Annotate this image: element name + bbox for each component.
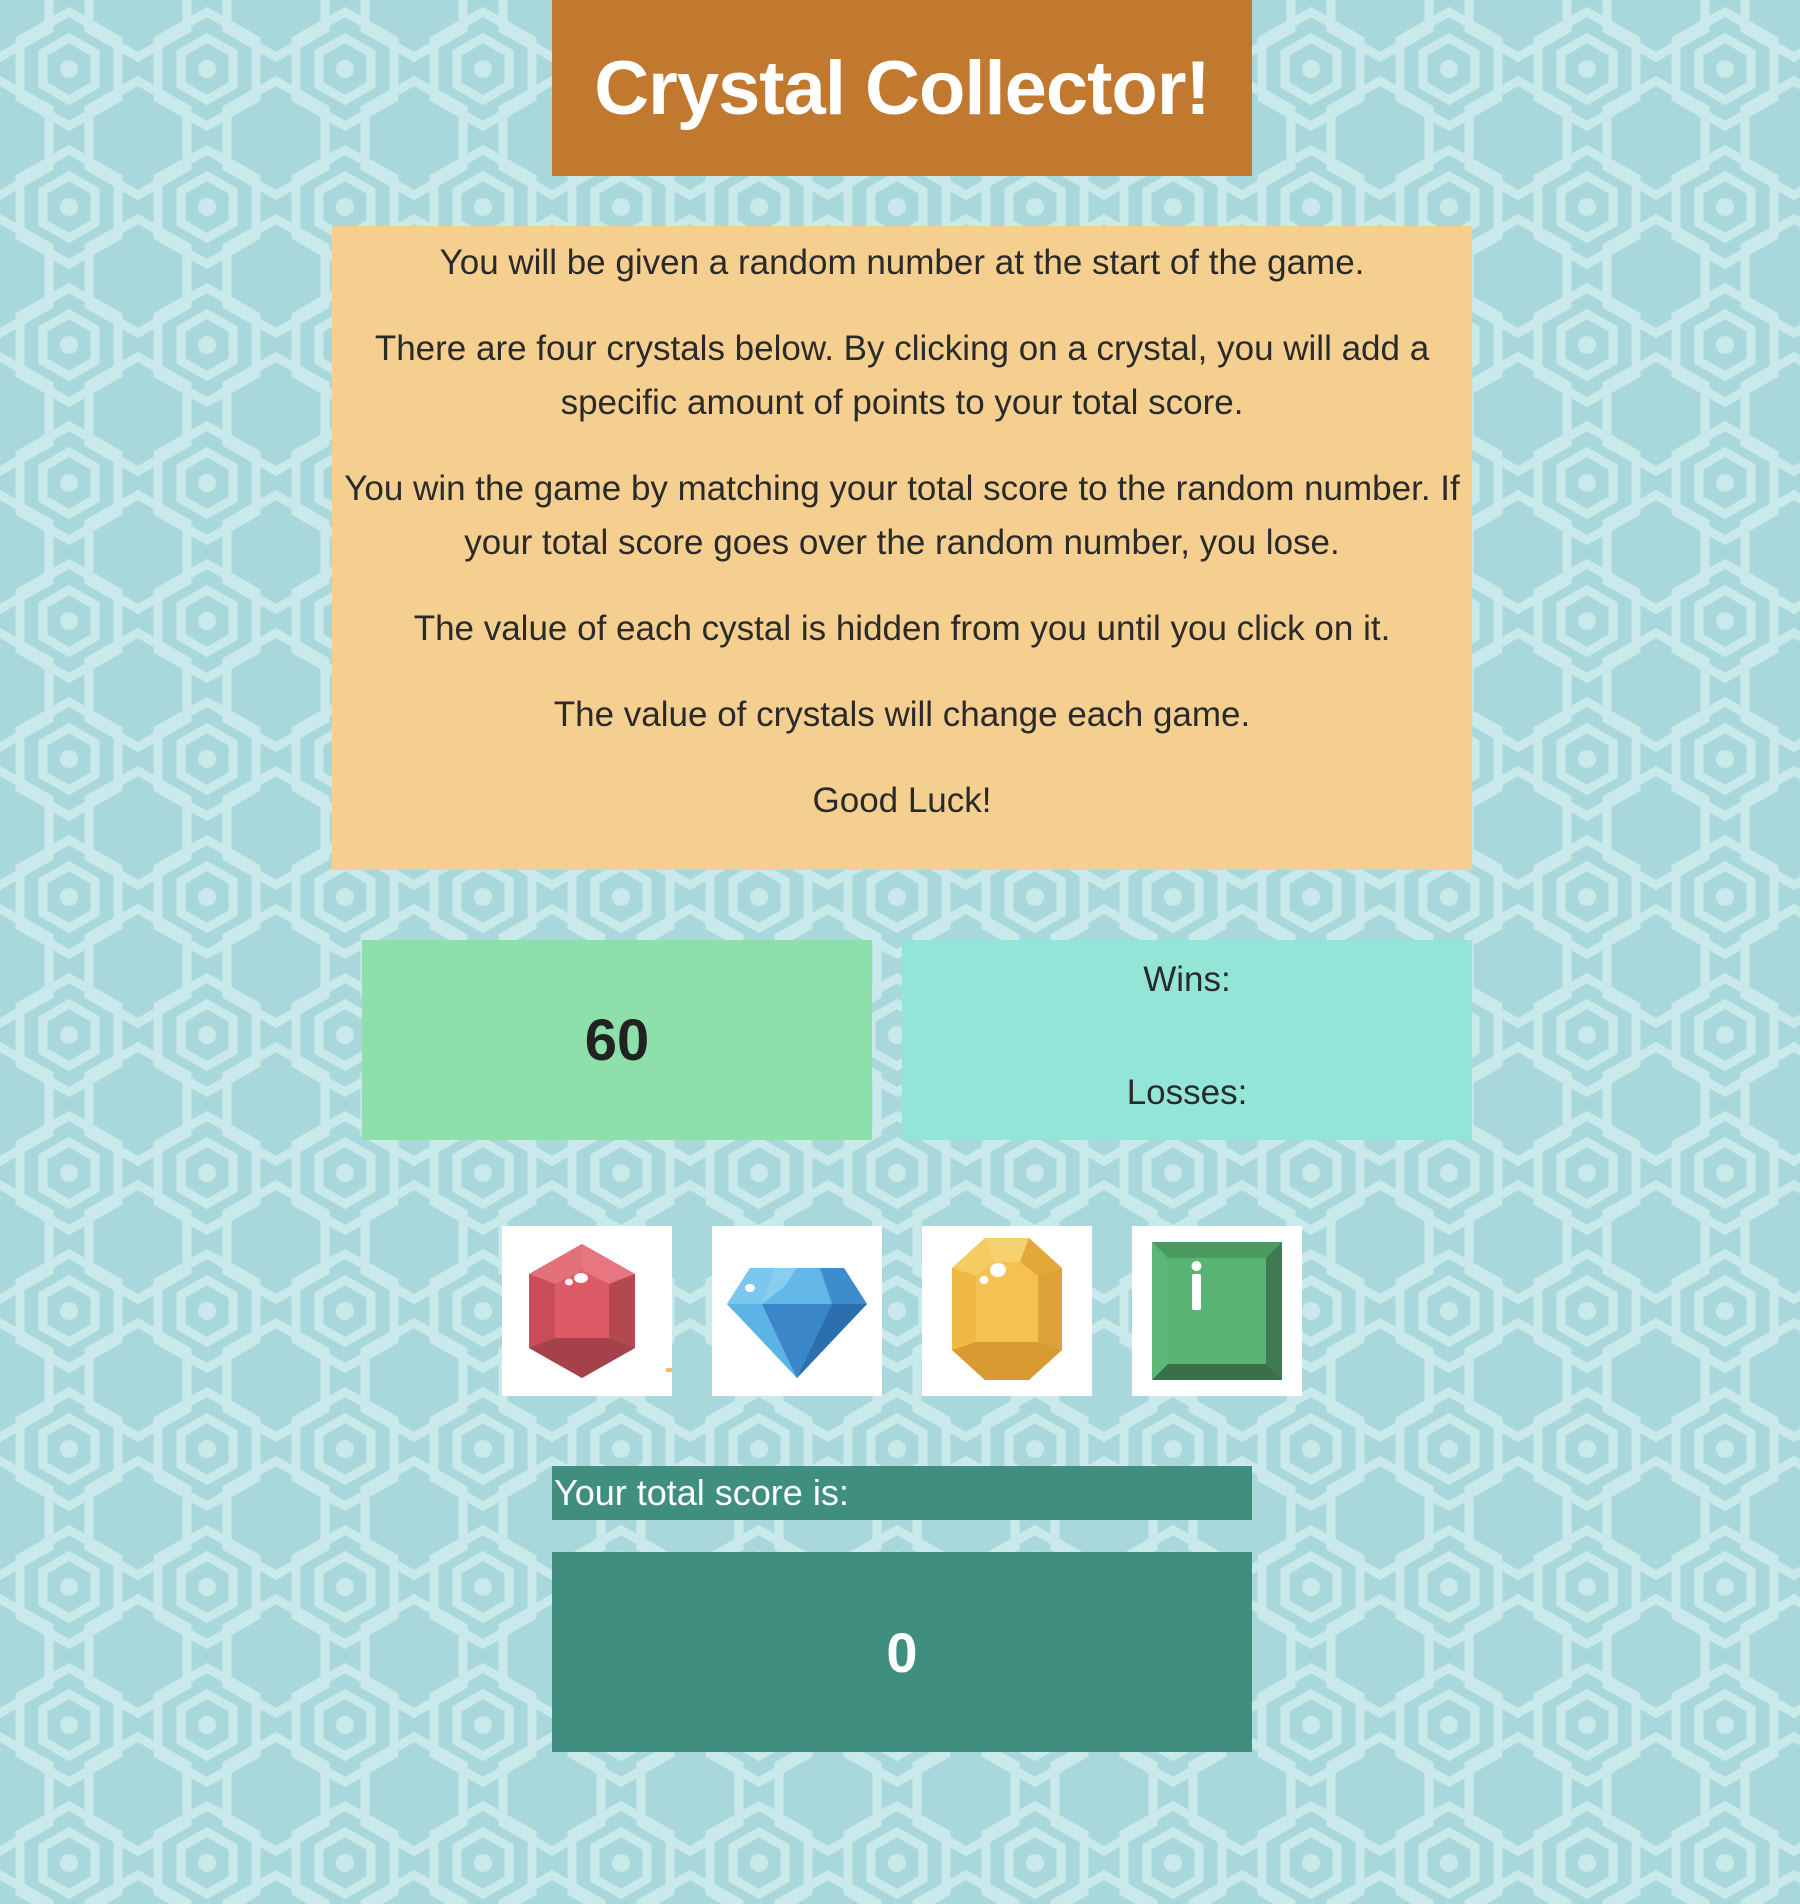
blue-diamond-icon — [727, 1268, 867, 1378]
crystal-button-red[interactable] — [502, 1226, 672, 1396]
instruction-paragraph: The value of crystals will change each g… — [553, 695, 1251, 734]
random-number: 60 — [584, 1007, 650, 1073]
crystal-button-green[interactable] — [1132, 1226, 1302, 1396]
instruction-paragraph: There are four crystals below. By clicki… — [374, 329, 1430, 422]
red-gem-icon — [529, 1244, 672, 1378]
crystal-button-blue[interactable] — [712, 1226, 882, 1396]
title-banner: Crystal Collector! — [552, 0, 1252, 176]
wins-label: Wins: — [1143, 960, 1231, 999]
crystal-button-yellow[interactable] — [922, 1226, 1092, 1396]
total-score-box: 0 — [552, 1552, 1252, 1752]
instruction-paragraph: Good Luck! — [812, 781, 992, 820]
total-score-value: 0 — [886, 1620, 918, 1684]
page-title: Crystal Collector! — [594, 45, 1210, 131]
random-number-box: 60 — [362, 940, 872, 1140]
instruction-paragraph: You win the game by matching your total … — [344, 469, 1460, 562]
yellow-gem-icon — [952, 1238, 1062, 1380]
win-loss-box: Wins: Losses: — [902, 940, 1472, 1140]
instruction-paragraph: You will be given a random number at the… — [439, 243, 1365, 282]
instruction-paragraph: The value of each cystal is hidden from … — [413, 609, 1391, 648]
losses-label: Losses: — [1126, 1073, 1248, 1112]
instructions-panel: You will be given a random number at the… — [332, 226, 1472, 870]
total-score-label: Your total score is: — [552, 1466, 1252, 1520]
green-emerald-icon — [1152, 1242, 1282, 1380]
